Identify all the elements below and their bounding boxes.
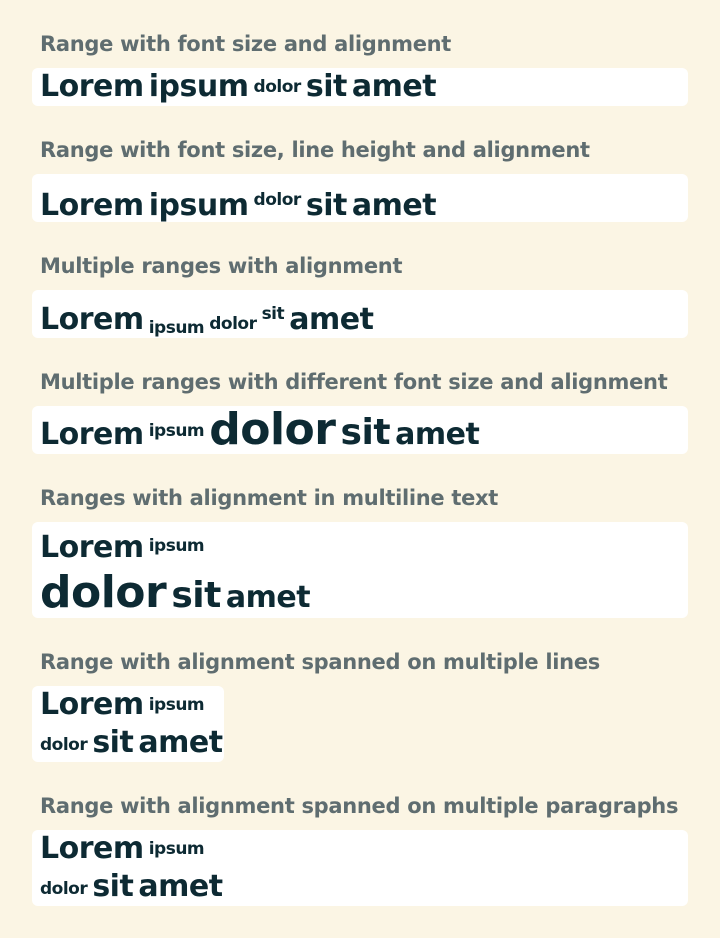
word-dolor: dolor <box>40 567 167 618</box>
section-5-line-1: Lorem ipsum <box>40 526 205 572</box>
section-1-text: Lorem ipsum dolor sit amet <box>40 68 437 110</box>
section-7-paragraph-1: Lorem ipsum <box>40 830 205 872</box>
section-7-caption: Range with alignment spanned on multiple… <box>40 794 679 818</box>
section-1-caption: Range with font size and alignment <box>40 32 452 56</box>
word-lorem: Lorem <box>40 530 144 565</box>
word-ipsum: ipsum <box>148 188 249 223</box>
word-ipsum: ipsum <box>148 69 249 104</box>
section-4-text: Lorem ipsum dolor sit amet <box>40 404 480 463</box>
word-sit: sit <box>305 69 347 104</box>
section-6-caption: Range with alignment spanned on multiple… <box>40 650 600 674</box>
word-amet: amet <box>351 69 437 104</box>
word-sit: sit <box>171 575 221 616</box>
word-dolor: dolor <box>253 190 302 210</box>
word-amet: amet <box>138 869 223 904</box>
word-amet: amet <box>289 302 374 337</box>
section-5-caption: Ranges with alignment in multiline text <box>40 486 499 510</box>
word-amet: amet <box>395 417 480 452</box>
section-4-caption: Multiple ranges with different font size… <box>40 370 668 394</box>
word-amet: amet <box>351 188 437 223</box>
section-2-caption: Range with font size, line height and al… <box>40 138 590 162</box>
section-3-caption: Multiple ranges with alignment <box>40 254 403 278</box>
word-lorem: Lorem <box>40 417 144 452</box>
word-ipsum: ipsum <box>148 695 205 715</box>
section-3-text: Lorem ipsum dolor sit amet <box>40 292 374 350</box>
word-lorem: Lorem <box>40 69 144 104</box>
word-dolor: dolor <box>40 735 88 755</box>
word-sit: sit <box>261 304 285 324</box>
section-6-line-2: dolor sit amet <box>40 724 223 766</box>
word-lorem: Lorem <box>40 687 144 722</box>
section-7-paragraph-2: dolor sit amet <box>40 868 223 910</box>
word-dolor: dolor <box>40 879 88 899</box>
word-amet: amet <box>225 580 311 615</box>
word-ipsum: ipsum <box>148 839 205 859</box>
word-dolor: dolor <box>209 404 336 455</box>
word-lorem: Lorem <box>40 302 144 337</box>
word-dolor: dolor <box>209 314 257 334</box>
word-sit: sit <box>340 412 391 453</box>
word-sit: sit <box>92 725 134 760</box>
word-dolor: dolor <box>253 77 302 97</box>
section-6-line-1: Lorem ipsum <box>40 686 205 728</box>
word-ipsum: ipsum <box>148 536 205 556</box>
word-lorem: Lorem <box>40 831 144 866</box>
word-lorem: Lorem <box>40 188 144 223</box>
word-ipsum: ipsum <box>148 421 205 441</box>
word-sit: sit <box>92 869 134 904</box>
section-2-text: Lorem ipsum dolor sit amet <box>40 178 437 232</box>
section-5-line-2: dolor sit amet <box>40 567 311 627</box>
word-sit: sit <box>305 188 347 223</box>
word-ipsum: ipsum <box>148 318 205 338</box>
word-amet: amet <box>138 725 223 760</box>
